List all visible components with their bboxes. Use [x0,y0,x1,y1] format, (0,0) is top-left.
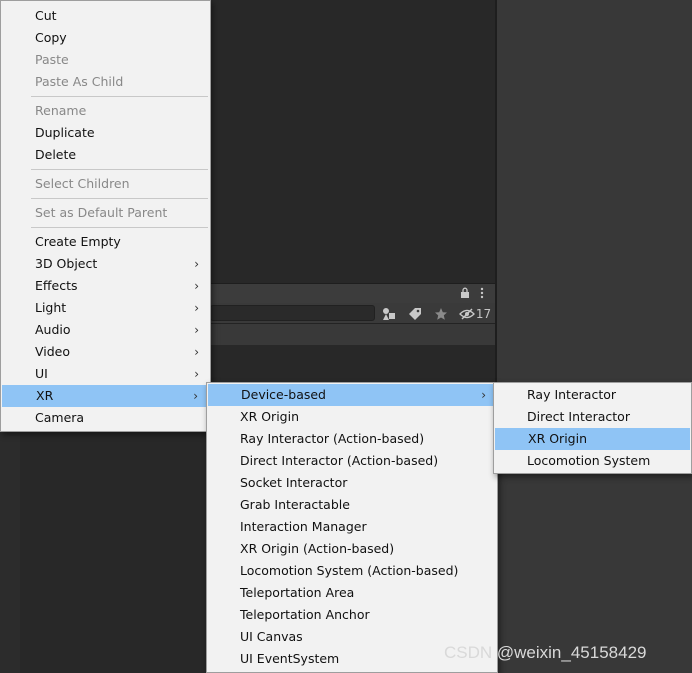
menu-item-direct-interactor-action[interactable]: Direct Interactor (Action-based) [207,450,497,472]
menu-item-effects[interactable]: Effects › [1,275,210,297]
menu-item-locomotion-system-action[interactable]: Locomotion System (Action-based) [207,560,497,582]
panel-header [210,283,495,303]
chevron-right-icon: › [194,279,199,293]
menu-item-copy[interactable]: Copy [1,27,210,49]
menu-item-create-empty[interactable]: Create Empty [1,231,210,253]
menu-item-device-xr-origin[interactable]: XR Origin [495,428,690,450]
menu-separator [31,227,208,228]
menu-item-socket-interactor[interactable]: Socket Interactor [207,472,497,494]
hidden-packages-button[interactable]: 17 [456,304,494,323]
chevron-right-icon: › [194,257,199,271]
favorites-button[interactable] [430,304,452,323]
menu-item-duplicate[interactable]: Duplicate [1,122,210,144]
menu-separator [31,198,208,199]
xr-submenu: Device-based › XR Origin Ray Interactor (… [206,382,498,673]
chevron-right-icon: › [481,388,486,402]
filter-by-label-button[interactable] [404,304,426,323]
menu-item-device-based[interactable]: Device-based › [208,384,496,406]
menu-item-xr-origin-action[interactable]: XR Origin (Action-based) [207,538,497,560]
chevron-right-icon: › [194,323,199,337]
star-icon [435,307,447,320]
menu-item-ui[interactable]: UI › [1,363,210,385]
menu-item-ray-interactor[interactable]: Ray Interactor [494,384,691,406]
menu-item-rename[interactable]: Rename [1,100,210,122]
menu-item-cut[interactable]: Cut [1,5,210,27]
hidden-eye-icon [458,308,475,319]
device-based-submenu: Ray Interactor Direct Interactor XR Orig… [493,382,692,474]
scene-visibility-button[interactable] [378,304,400,323]
menu-item-xr[interactable]: XR › [2,385,209,407]
watermark: CSDN @weixin_45158429 [444,643,647,662]
chevron-right-icon: › [194,345,199,359]
chevron-right-icon: › [193,389,198,403]
hidden-count: 17 [475,306,492,321]
kebab-menu-icon[interactable] [477,287,487,299]
menu-item-camera[interactable]: Camera [1,407,210,429]
menu-item-audio[interactable]: Audio › [1,319,210,341]
menu-separator [31,96,208,97]
menu-item-grab-interactable[interactable]: Grab Interactable [207,494,497,516]
lock-icon[interactable] [459,287,471,299]
hierarchy-context-menu: Cut Copy Paste Paste As Child Rename Dup… [0,0,211,432]
chevron-right-icon: › [194,367,199,381]
menu-item-interaction-manager[interactable]: Interaction Manager [207,516,497,538]
menu-item-paste-as-child[interactable]: Paste As Child [1,71,210,93]
menu-item-3d-object[interactable]: 3D Object › [1,253,210,275]
menu-item-xr-origin[interactable]: XR Origin [207,406,497,428]
chevron-right-icon: › [194,301,199,315]
menu-item-direct-interactor[interactable]: Direct Interactor [494,406,691,428]
menu-item-locomotion-system[interactable]: Locomotion System [494,450,691,472]
menu-item-light[interactable]: Light › [1,297,210,319]
menu-item-teleportation-anchor[interactable]: Teleportation Anchor [207,604,497,626]
menu-item-ray-interactor-action[interactable]: Ray Interactor (Action-based) [207,428,497,450]
menu-item-paste[interactable]: Paste [1,49,210,71]
menu-item-teleportation-area[interactable]: Teleportation Area [207,582,497,604]
menu-item-delete[interactable]: Delete [1,144,210,166]
menu-item-video[interactable]: Video › [1,341,210,363]
project-content-header [210,324,495,345]
menu-separator [31,169,208,170]
inspector-panel [497,0,692,673]
tag-icon [409,307,421,320]
menu-item-set-default-parent[interactable]: Set as Default Parent [1,202,210,224]
project-toolbar: 17 [210,303,495,324]
scene-visibility-icon [383,307,395,320]
menu-item-select-children[interactable]: Select Children [1,173,210,195]
search-input[interactable] [210,305,375,321]
